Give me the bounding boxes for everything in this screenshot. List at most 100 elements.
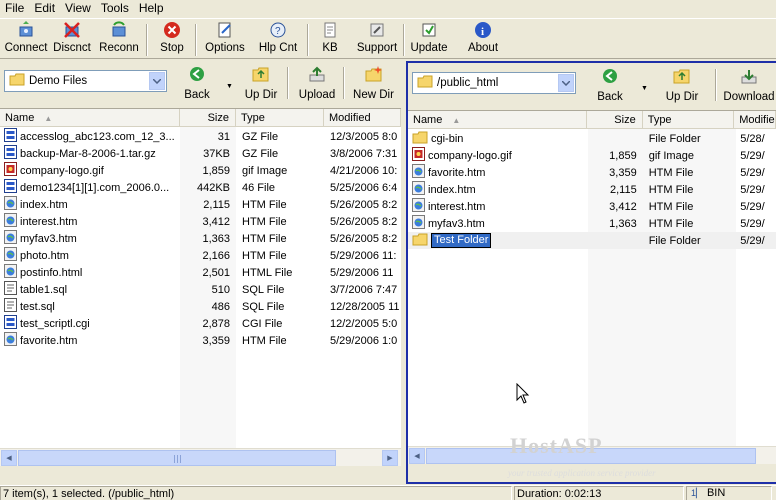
scroll-right-icon[interactable]: ▶	[382, 450, 398, 466]
remote-up-dir-button[interactable]: Up Dir	[662, 67, 702, 107]
file-name-cell[interactable]: myfav3.htm	[408, 215, 587, 232]
file-name-cell[interactable]: interest.htm	[0, 213, 180, 230]
folder-row[interactable]: cgi-bin File Folder 5/28/	[408, 130, 776, 147]
support-button[interactable]: Support	[354, 21, 400, 58]
file-name-cell[interactable]: cgi-bin	[408, 131, 587, 147]
stop-button[interactable]: Stop	[156, 21, 188, 58]
status-transfer-mode[interactable]: 1▏ BIN	[686, 486, 772, 500]
file-name-cell[interactable]: backup-Mar-8-2006-1.tar.gz	[0, 145, 180, 162]
reconnect-button[interactable]: Reconn	[97, 21, 141, 58]
file-size-cell: 2,166	[202, 249, 230, 262]
file-row[interactable]: favorite.htm 3,359 HTM File 5/29/	[408, 164, 776, 181]
file-row[interactable]: favorite.htm 3,359 HTM File 5/29/2006 1:0	[0, 332, 401, 349]
column-modified[interactable]: Modified	[734, 111, 776, 129]
column-type[interactable]: Type	[236, 109, 324, 127]
file-row[interactable]: test.sql 486 SQL File 12/28/2005 11	[0, 298, 401, 315]
file-name-cell[interactable]: test.sql	[0, 298, 180, 315]
remote-path-combo[interactable]: /public_html	[412, 72, 576, 94]
file-row[interactable]: company-logo.gif 1,859 gif Image 5/29/	[408, 147, 776, 164]
menu-file[interactable]: File	[0, 0, 29, 17]
scroll-left-icon[interactable]: ◀	[409, 448, 425, 464]
options-button[interactable]: Options	[204, 21, 246, 58]
file-size-cell: 1,363	[609, 217, 637, 230]
column-type[interactable]: Type	[643, 111, 735, 129]
chevron-down-icon[interactable]	[558, 74, 574, 92]
disconnect-button[interactable]: Discnct	[52, 21, 92, 58]
file-row[interactable]: index.htm 2,115 HTM File 5/29/	[408, 181, 776, 198]
html-file-icon	[412, 198, 425, 215]
file-row[interactable]: accesslog_abc123.com_12_3... 31 GZ File 12/…	[0, 128, 401, 145]
file-name-cell[interactable]: index.htm	[0, 196, 180, 213]
file-name-cell[interactable]: accesslog_abc123.com_12_3...	[0, 128, 180, 145]
upload-button[interactable]: Upload	[296, 65, 338, 105]
folder-row[interactable]: Test Folder File Folder 5/29/	[408, 232, 776, 249]
local-back-button[interactable]: Back	[178, 65, 216, 105]
file-name-cell[interactable]: index.htm	[408, 181, 587, 198]
menu-edit[interactable]: Edit	[29, 0, 60, 17]
file-row[interactable]: myfav3.htm 1,363 HTM File 5/29/	[408, 215, 776, 232]
file-name-cell[interactable]: Test Folder	[408, 233, 587, 249]
remote-file-list[interactable]: Name▲ Size Type Modified cgi-bin File Fol…	[408, 110, 776, 464]
menu-tools[interactable]: Tools	[96, 0, 134, 17]
file-row[interactable]: photo.htm 2,166 HTM File 5/29/2006 11:	[0, 247, 401, 264]
file-row[interactable]: table1.sql 510 SQL File 3/7/2006 7:47	[0, 281, 401, 298]
file-name-cell[interactable]: interest.htm	[408, 198, 587, 215]
kb-button[interactable]: KB	[317, 21, 343, 58]
file-name: company-logo.gif	[428, 149, 512, 162]
file-name-cell[interactable]: company-logo.gif	[408, 147, 587, 164]
file-row[interactable]: myfav3.htm 1,363 HTM File 5/26/2005 8:2	[0, 230, 401, 247]
local-file-list[interactable]: Name ▲ Size Type Modified accesslog_abc12…	[0, 108, 401, 466]
file-name-cell[interactable]: demo1234[1][1].com_2006.0...	[0, 179, 180, 196]
back-history-caret-icon[interactable]: ▼	[226, 83, 233, 90]
file-name-cell[interactable]: photo.htm	[0, 247, 180, 264]
file-type-cell: HTM File	[648, 183, 694, 196]
chevron-down-icon[interactable]	[149, 72, 165, 90]
local-pane: Demo Files Back ▼ Up Dir Upload New Dir …	[0, 61, 401, 484]
file-name-cell[interactable]: postinfo.html	[0, 264, 180, 281]
file-name-cell[interactable]: myfav3.htm	[0, 230, 180, 247]
column-size[interactable]: Size	[587, 111, 643, 129]
html-file-icon	[4, 196, 17, 213]
column-name[interactable]: Name ▲	[0, 109, 180, 127]
file-name-cell[interactable]: table1.sql	[0, 281, 180, 298]
file-row[interactable]: postinfo.html 2,501 HTML File 5/29/2006 11	[0, 264, 401, 281]
menu-view[interactable]: View	[60, 0, 96, 17]
new-dir-button[interactable]: New Dir	[351, 65, 396, 105]
menu-help[interactable]: Help	[134, 0, 169, 17]
about-button[interactable]: i About	[465, 21, 501, 58]
scroll-left-icon[interactable]: ◀	[1, 450, 17, 466]
local-up-dir-button[interactable]: Up Dir	[241, 65, 281, 105]
file-size-cell: 3,412	[202, 215, 230, 228]
file-name-cell[interactable]: company-logo.gif	[0, 162, 180, 179]
file-row[interactable]: demo1234[1][1].com_2006.0... 442KB 46 File…	[0, 179, 401, 196]
download-button[interactable]: Download	[723, 67, 775, 107]
file-modified-cell: 12/2/2005 5:0	[330, 317, 398, 330]
column-name[interactable]: Name ▲	[408, 111, 587, 129]
file-row[interactable]: interest.htm 3,412 HTM File 5/29/	[408, 198, 776, 215]
local-horizontal-scrollbar[interactable]: ◀ ▶	[0, 448, 401, 466]
remote-back-button[interactable]: Back	[591, 67, 629, 107]
file-row[interactable]: company-logo.gif 1,859 gif Image 4/21/2006 …	[0, 162, 401, 179]
kb-icon	[321, 21, 339, 39]
help-contents-button[interactable]: ? Hlp Cnt	[256, 21, 300, 58]
file-row[interactable]: test_scriptl.cgi 2,878 CGI File 12/2/2005 5…	[0, 315, 401, 332]
column-size[interactable]: Size	[180, 109, 236, 127]
file-name-cell[interactable]: favorite.htm	[0, 332, 180, 349]
file-type-cell: HTM File	[648, 200, 694, 213]
file-size-cell: 442KB	[196, 181, 230, 194]
connect-button[interactable]: Connect	[4, 21, 48, 58]
file-row[interactable]: index.htm 2,115 HTM File 5/26/2005 8:2	[0, 196, 401, 213]
back-history-caret-icon[interactable]: ▼	[641, 85, 648, 92]
file-row[interactable]: backup-Mar-8-2006-1.tar.gz 37KB GZ File 3/8…	[0, 145, 401, 162]
scroll-thumb[interactable]	[18, 450, 336, 466]
html-file-icon	[412, 215, 425, 232]
file-row[interactable]: interest.htm 3,412 HTM File 5/26/2005 8:2	[0, 213, 401, 230]
file-modified-cell: 12/3/2005 8:0	[330, 130, 398, 143]
up-folder-icon	[673, 67, 691, 85]
column-modified[interactable]: Modified	[324, 109, 401, 127]
update-button[interactable]: Update	[409, 21, 449, 58]
local-path-combo[interactable]: Demo Files	[4, 70, 167, 92]
file-name-cell[interactable]: test_scriptl.cgi	[0, 315, 180, 332]
rename-input[interactable]: Test Folder	[431, 233, 492, 248]
file-name-cell[interactable]: favorite.htm	[408, 164, 587, 181]
